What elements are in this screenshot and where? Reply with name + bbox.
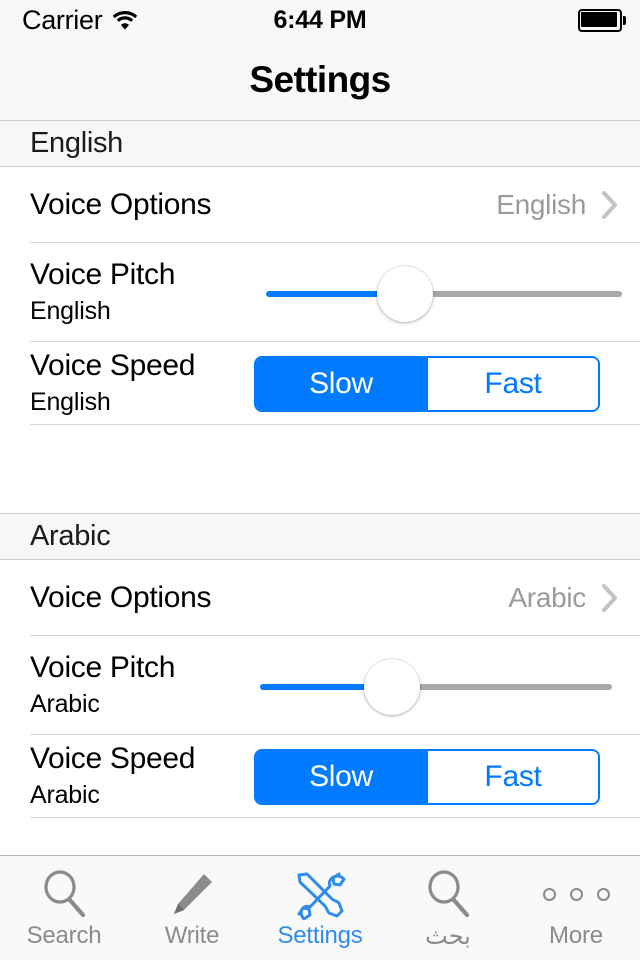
row-value: Arabic: [508, 582, 586, 613]
wrench-screwdriver-icon-svg: [297, 872, 346, 920]
tab-label: بحث: [425, 923, 471, 950]
magnifier-icon-svg: [44, 870, 86, 918]
row-title: Voice Options: [30, 581, 212, 615]
dot: [596, 887, 610, 901]
row-labels: Voice Speed English: [30, 350, 195, 417]
ellipsis-dots: [542, 868, 610, 920]
slider-thumb[interactable]: [377, 266, 433, 322]
status-bar: Carrier 6:44 PM: [0, 0, 640, 40]
battery-fill: [581, 11, 617, 27]
pencil-icon-svg: [174, 874, 212, 914]
row-voice-speed-english: Voice Speed English Slow Fast: [0, 342, 640, 425]
voice-pitch-slider-arabic[interactable]: [260, 636, 612, 735]
row-title: Voice Speed: [30, 349, 196, 383]
status-bar-center: 6:44 PM: [0, 0, 640, 40]
pencil-icon: [166, 868, 218, 920]
navigation-bar: Settings: [0, 40, 640, 120]
tab-label: Settings: [277, 922, 363, 949]
row-voice-pitch-english: Voice Pitch English: [0, 243, 640, 342]
ellipsis-icon: [542, 868, 610, 920]
row-voice-speed-arabic: Voice Speed Arabic Slow Fast: [0, 735, 640, 818]
row-labels: Voice Options: [30, 188, 212, 222]
slider-track-filled: [266, 291, 383, 297]
row-value: English: [496, 189, 586, 220]
row-voice-pitch-arabic: Voice Pitch Arabic: [0, 636, 640, 735]
row-title: Voice Speed: [30, 742, 196, 776]
row-subtitle: Arabic: [30, 780, 100, 809]
row-subtitle: Arabic: [30, 689, 100, 718]
segment-fast[interactable]: Fast: [428, 358, 598, 410]
tab-label: More: [549, 922, 603, 949]
status-bar-right: [578, 0, 626, 40]
tab-label: Search: [26, 922, 102, 949]
row-title: Voice Pitch: [30, 651, 176, 685]
section-header-arabic: Arabic: [0, 513, 640, 560]
section-title: English: [30, 127, 124, 159]
page-title: Settings: [249, 59, 391, 100]
row-labels: Voice Pitch English: [30, 259, 175, 326]
row-labels: Voice Pitch Arabic: [30, 652, 175, 719]
slider-track-filled: [260, 684, 370, 690]
segment-slow[interactable]: Slow: [256, 751, 426, 803]
chevron-right-icon: [602, 584, 617, 612]
row-voice-options-arabic[interactable]: Voice Options Arabic: [0, 560, 640, 636]
chevron-right-icon: [602, 191, 617, 219]
section-title: Arabic: [30, 520, 111, 552]
row-separator: [30, 424, 640, 425]
row-labels: Voice Options: [30, 581, 212, 615]
tab-settings[interactable]: Settings: [256, 856, 384, 960]
tab-search[interactable]: Search: [0, 856, 128, 960]
wrench-screwdriver-icon: [292, 868, 348, 920]
section-gap: [0, 425, 640, 513]
battery-nub: [623, 15, 626, 25]
voice-speed-segmented-english[interactable]: Slow Fast: [254, 356, 600, 412]
slider-track-remaining: [413, 684, 612, 690]
voice-pitch-slider-english[interactable]: [266, 243, 622, 342]
row-separator: [30, 817, 640, 818]
voice-speed-segmented-arabic[interactable]: Slow Fast: [254, 749, 600, 805]
battery-full-icon: [578, 8, 626, 32]
dot: [569, 887, 583, 901]
magnifier-icon: [422, 868, 474, 920]
segment-fast[interactable]: Fast: [428, 751, 598, 803]
row-labels: Voice Speed Arabic: [30, 743, 195, 810]
slider-track-remaining: [427, 291, 622, 297]
dot: [542, 887, 556, 901]
magnifier-icon-svg: [428, 870, 470, 918]
magnifier-icon: [38, 868, 90, 920]
slider-thumb[interactable]: [363, 659, 420, 715]
tab-label: Write: [164, 922, 220, 949]
app-screen: Carrier 6:44 PM Settings English Voice O…: [0, 0, 640, 960]
segment-slow[interactable]: Slow: [256, 358, 426, 410]
row-title: Voice Pitch: [30, 258, 176, 292]
tab-more[interactable]: More: [512, 856, 640, 960]
tab-bar: Search Write Settings بحث More: [0, 855, 640, 960]
settings-table: English Voice Options English Voice Pitc…: [0, 120, 640, 855]
clock-label: 6:44 PM: [273, 5, 367, 34]
tab-search-arabic[interactable]: بحث: [384, 856, 512, 960]
row-title: Voice Options: [30, 188, 212, 222]
tab-write[interactable]: Write: [128, 856, 256, 960]
section-header-english: English: [0, 120, 640, 167]
row-subtitle: English: [30, 387, 111, 416]
row-subtitle: English: [30, 296, 111, 325]
row-voice-options-english[interactable]: Voice Options English: [0, 167, 640, 243]
